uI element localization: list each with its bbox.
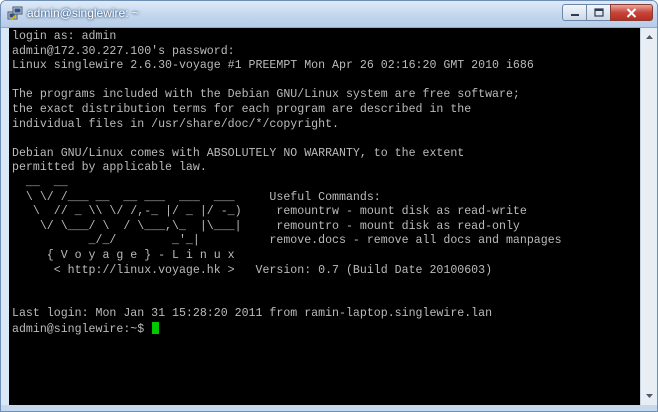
terminal-output-area[interactable]: login as: admin admin@172.30.227.100's p… (9, 28, 640, 405)
terminal-line: __ __ (12, 175, 68, 189)
terminal-line: < http://linux.voyage.hk > Version: 0.7 … (12, 263, 493, 277)
scroll-up-arrow-icon (646, 35, 653, 39)
window-title: admin@singlewire: ~ (27, 6, 139, 20)
maximize-icon (593, 8, 604, 17)
minimize-button[interactable] (562, 4, 587, 21)
terminal-line: the exact distribution terms for each pr… (12, 102, 472, 116)
terminal-line: Debian GNU/Linux comes with ABSOLUTELY N… (12, 146, 465, 160)
terminal-window: admin@singlewire: ~ login as: admin admi… (0, 0, 658, 412)
terminal-line: individual files in /usr/share/doc/*/cop… (12, 117, 339, 131)
terminal-line: _/_/ _'_| remove.docs - remove all docs … (12, 234, 562, 248)
text-cursor (152, 321, 160, 334)
terminal-line: Linux singlewire 2.6.30-voyage #1 PREEMP… (12, 59, 534, 73)
scroll-down-arrow-icon (646, 394, 653, 398)
close-icon (626, 7, 637, 18)
shell-prompt: admin@singlewire:~$ (12, 322, 152, 336)
maximize-button[interactable] (586, 4, 611, 21)
terminal-line: Last login: Mon Jan 31 15:28:20 2011 fro… (12, 307, 493, 321)
terminal-lines: login as: admin admin@172.30.227.100's p… (12, 30, 562, 336)
putty-icon[interactable] (7, 6, 23, 22)
terminal-line: \ \/ /___ __ __ ___ ___ ___ Useful Comma… (12, 190, 381, 204)
terminal-line: \ // _ \\ \/ /,-_ |/ _ |/ -_) remountrw … (12, 205, 527, 219)
terminal-line: admin@172.30.227.100's password: (12, 44, 235, 58)
vertical-scrollbar[interactable] (640, 28, 657, 405)
terminal-line: \/ \___/ \ / \___,\_ |\___| remountro - … (12, 219, 520, 233)
close-button[interactable] (610, 4, 653, 21)
scroll-up-button[interactable] (641, 29, 657, 45)
window-controls (562, 4, 653, 22)
minimize-icon (570, 13, 579, 16)
title-bar[interactable]: admin@singlewire: ~ (1, 1, 657, 28)
scroll-down-button[interactable] (641, 388, 657, 404)
terminal-line: login as: admin (12, 30, 117, 43)
terminal-line: { V o y a g e } - L i n u x (12, 248, 235, 262)
prompt-line[interactable]: admin@singlewire:~$ (12, 321, 562, 337)
window-bottom-border (1, 405, 657, 411)
terminal-line: permitted by applicable law. (12, 161, 207, 175)
terminal-line: The programs included with the Debian GN… (12, 88, 520, 102)
